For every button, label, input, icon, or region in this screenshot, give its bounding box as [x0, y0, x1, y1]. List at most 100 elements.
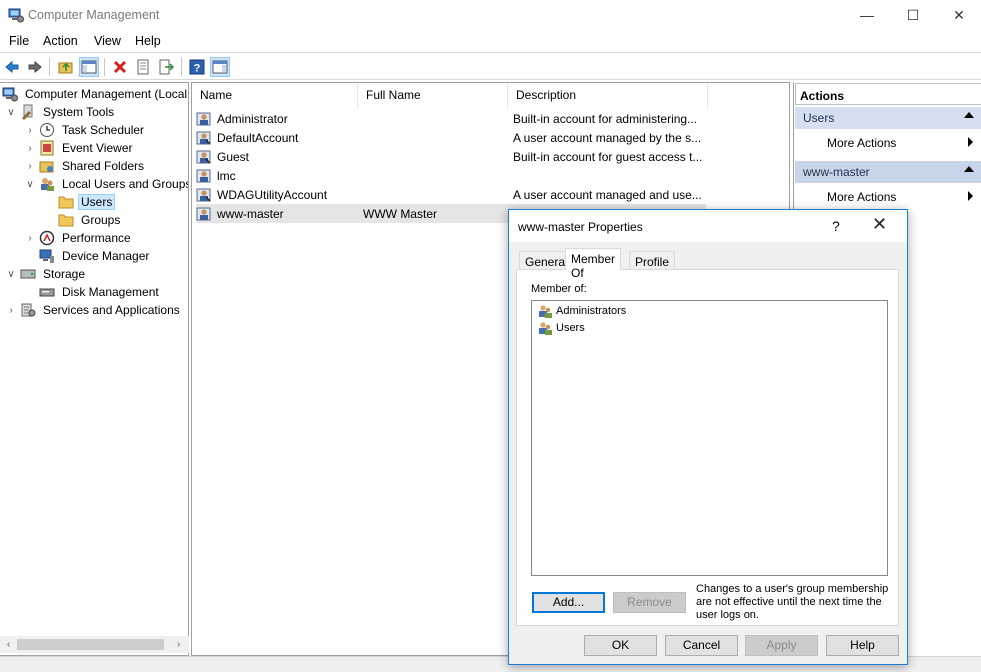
tree-item-event-viewer[interactable]: › Event Viewer: [24, 139, 135, 157]
collapse-caret-icon[interactable]: [964, 112, 974, 118]
menu-action[interactable]: Action: [43, 34, 78, 48]
table-row[interactable]: Administrator Built-in account for admin…: [196, 109, 706, 128]
actions-section-users[interactable]: Users: [795, 107, 981, 129]
svg-text:?: ?: [194, 63, 201, 75]
performance-icon: [39, 230, 55, 246]
list-item[interactable]: Administrators: [537, 303, 626, 319]
dialog-close-button[interactable]: ✕: [872, 214, 887, 235]
expand-chevron-icon[interactable]: ›: [24, 157, 36, 175]
user-account-icon: [196, 168, 212, 184]
list-item[interactable]: Users: [537, 320, 585, 336]
tree-item-disk-management[interactable]: Disk Management: [39, 283, 162, 301]
table-row[interactable]: DefaultAccount A user account managed by…: [196, 128, 706, 147]
actions-section-www-master[interactable]: www-master: [795, 161, 981, 183]
console-tree: Computer Management (Local ∨ System Tool…: [0, 82, 189, 656]
membership-note: Changes to a user's group membership are…: [696, 583, 889, 621]
export-list-button[interactable]: [156, 57, 176, 77]
member-of-list[interactable]: Administrators Users: [531, 300, 888, 576]
group-icon: [537, 320, 553, 336]
up-one-level-button[interactable]: [56, 57, 76, 77]
help-button[interactable]: Help: [826, 635, 899, 656]
column-header-name[interactable]: Name: [192, 83, 358, 108]
user-account-icon: [196, 206, 212, 222]
remove-button[interactable]: Remove: [613, 592, 686, 613]
dialog-help-button[interactable]: ?: [832, 218, 840, 234]
more-actions-users[interactable]: More Actions: [827, 136, 896, 150]
actions-header: Actions: [795, 83, 981, 105]
tree-item-task-scheduler[interactable]: › Task Scheduler: [24, 121, 147, 139]
show-hide-console-tree-button[interactable]: [79, 57, 99, 77]
menu-help[interactable]: Help: [135, 34, 161, 48]
user-description: A user account managed by the s...: [513, 130, 702, 145]
user-name: DefaultAccount: [217, 130, 299, 145]
cancel-button[interactable]: Cancel: [665, 635, 738, 656]
forward-button[interactable]: [25, 57, 45, 77]
properties-icon: [137, 59, 149, 75]
toolbar: ?: [0, 52, 981, 80]
disk-management-icon: [39, 284, 55, 300]
delete-button[interactable]: [110, 57, 130, 77]
back-arrow-icon: [5, 60, 19, 74]
tree-item-storage[interactable]: ∨ Storage: [5, 265, 88, 283]
user-name: lmc: [217, 168, 236, 183]
scroll-left-arrow-icon[interactable]: ‹: [0, 636, 17, 653]
help-toolbar-button[interactable]: ?: [187, 57, 207, 77]
table-row[interactable]: Guest Built-in account for guest access …: [196, 147, 706, 166]
user-properties-dialog: www-master Properties ? ✕ General Member…: [508, 209, 908, 665]
tree-item-shared-folders[interactable]: › Shared Folders: [24, 157, 147, 175]
tree-item-system-tools[interactable]: ∨ System Tools: [5, 103, 117, 121]
minimize-button[interactable]: —: [844, 0, 890, 30]
collapse-chevron-icon[interactable]: ∨: [24, 175, 36, 193]
table-row[interactable]: lmc: [196, 166, 706, 185]
menu-view[interactable]: View: [94, 34, 121, 48]
group-icon: [537, 303, 553, 319]
collapse-chevron-icon[interactable]: ∨: [5, 265, 17, 283]
user-description: A user account managed and use...: [513, 187, 702, 202]
scrollbar-thumb[interactable]: [17, 639, 164, 650]
column-header-description[interactable]: Description: [508, 83, 708, 108]
collapse-caret-icon[interactable]: [964, 166, 974, 172]
back-button[interactable]: [2, 57, 22, 77]
expand-chevron-icon[interactable]: ›: [24, 229, 36, 247]
users-groups-icon: [39, 176, 55, 192]
more-actions-www-master[interactable]: More Actions: [827, 190, 896, 204]
user-description: Built-in account for administering...: [513, 111, 698, 126]
expand-chevron-icon[interactable]: ›: [5, 301, 17, 319]
tree-horizontal-scrollbar[interactable]: ‹ ›: [0, 636, 189, 653]
tree-item-local-users-and-groups[interactable]: ∨ Local Users and Groups: [24, 175, 188, 193]
tree-item-performance[interactable]: › Performance: [24, 229, 134, 247]
user-description: Built-in account for guest access t...: [513, 149, 703, 164]
apply-button[interactable]: Apply: [745, 635, 818, 656]
add-button[interactable]: Add...: [532, 592, 605, 613]
folder-icon: [58, 194, 74, 210]
scroll-right-arrow-icon[interactable]: ›: [170, 636, 187, 653]
close-button[interactable]: ✕: [936, 0, 981, 30]
user-name: Administrator: [217, 111, 288, 126]
collapse-chevron-icon[interactable]: ∨: [5, 103, 17, 121]
tree-item-device-manager[interactable]: Device Manager: [39, 247, 152, 265]
submenu-arrow-icon: [968, 191, 973, 201]
submenu-arrow-icon: [968, 137, 973, 147]
tab-profile[interactable]: Profile: [629, 251, 676, 270]
expand-chevron-icon[interactable]: ›: [24, 139, 36, 157]
shared-folders-icon: [39, 158, 55, 174]
user-account-icon: [196, 149, 212, 165]
user-account-icon: [196, 187, 212, 203]
tree-item-computer-management[interactable]: Computer Management (Local: [2, 85, 188, 103]
expand-chevron-icon[interactable]: ›: [24, 121, 36, 139]
tree-item-users[interactable]: Users: [58, 193, 116, 211]
user-name: Guest: [217, 149, 250, 164]
forward-arrow-icon: [28, 60, 42, 74]
menu-file[interactable]: File: [9, 34, 29, 48]
properties-button[interactable]: [133, 57, 153, 77]
tree-item-groups[interactable]: Groups: [58, 211, 123, 229]
menu-bar: File Action View Help: [0, 30, 981, 52]
dialog-title-bar: www-master Properties ? ✕: [509, 210, 907, 242]
show-hide-action-pane-button[interactable]: [210, 57, 230, 77]
maximize-button[interactable]: ☐: [890, 0, 936, 30]
ok-button[interactable]: OK: [584, 635, 657, 656]
table-row[interactable]: WDAGUtilityAccount A user account manage…: [196, 185, 706, 204]
column-header-full-name[interactable]: Full Name: [358, 83, 508, 108]
tab-member-of[interactable]: Member Of: [565, 248, 622, 280]
tree-item-services-and-applications[interactable]: › Services and Applications: [5, 301, 183, 319]
